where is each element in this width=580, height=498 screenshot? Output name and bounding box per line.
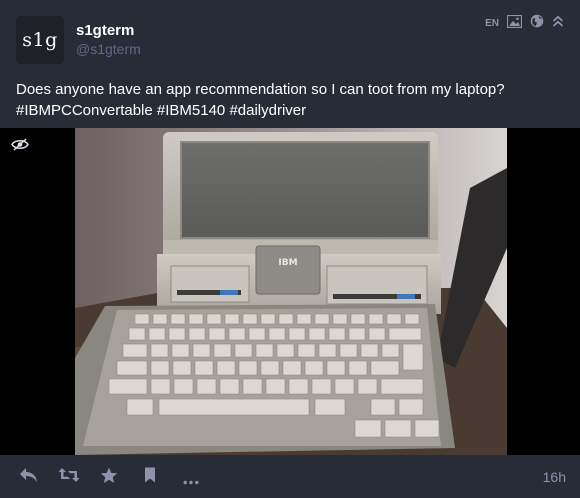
bookmark-icon[interactable] [144,467,156,488]
account-handle[interactable]: @s1gterm [76,41,141,57]
timestamp[interactable]: 16h [543,469,566,485]
retweet-icon[interactable] [58,467,80,488]
language-badge: EN [485,18,499,29]
status-card: s1g s1gterm @s1gterm EN Does anyone have… [0,0,580,498]
image-icon [506,14,523,33]
status-meta-icons: EN [485,14,564,33]
reply-icon[interactable] [19,467,38,488]
star-icon[interactable] [100,467,118,489]
media-photo[interactable]: IBM [75,128,507,455]
status-content: Does anyone have an app recommendation s… [16,81,505,119]
avatar[interactable]: s1g [16,16,64,64]
eye-slash-icon[interactable] [11,138,29,156]
globe-icon [530,14,544,33]
ibm-logo: IBM [278,258,297,268]
chevron-up-double-icon[interactable] [552,15,564,33]
action-bar: 16h [0,455,580,498]
media-gallery[interactable]: IBM [0,128,580,455]
ellipsis-icon[interactable] [183,472,199,490]
display-name[interactable]: s1gterm [76,22,134,39]
